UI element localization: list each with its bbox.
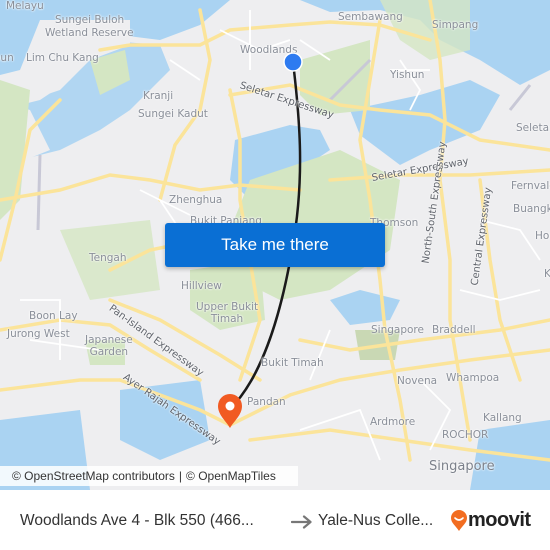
place-label: Novena xyxy=(397,375,438,387)
route-footer: Woodlands Ave 4 - Blk 550 (466... Yale-N… xyxy=(0,490,550,550)
place-label: Boon Lay xyxy=(29,310,78,322)
place-label: Sungei Kadut xyxy=(138,108,208,120)
place-label: Sungei Buloh xyxy=(55,14,125,26)
place-label: Upper Bukit Timah xyxy=(196,301,259,325)
place-label: Tengah xyxy=(89,252,127,264)
place-label: Buangkok xyxy=(513,203,550,215)
place-label: Whampoa xyxy=(446,372,500,384)
place-label: K xyxy=(544,268,550,280)
place-label: Japanese Garden xyxy=(85,334,133,358)
map-pin-icon[interactable] xyxy=(216,393,244,429)
place-label: Simpang xyxy=(432,19,479,31)
destination-name: Yale-Nus Colle... xyxy=(318,512,434,529)
place-label: Braddell xyxy=(432,324,476,336)
place-label: Bukit Timah xyxy=(261,357,324,369)
place-label: Hillview xyxy=(181,280,222,292)
osm-attribution-link[interactable]: © OpenStreetMap contributors xyxy=(12,469,175,483)
place-label: Zhenghua xyxy=(169,194,223,206)
place-label: Pandan xyxy=(247,396,286,408)
openmaptiles-attribution-link[interactable]: © OpenMapTiles xyxy=(186,469,276,483)
place-label: Hougang xyxy=(535,230,550,242)
blue-dot-icon[interactable] xyxy=(283,52,303,72)
take-me-there-button[interactable]: Take me there xyxy=(165,223,385,267)
place-label: Ardmore xyxy=(370,416,416,428)
origin-name: Woodlands Ave 4 - Blk 550 (466... xyxy=(20,512,254,529)
map[interactable]: Sungai Melayu Sungei Buloh Wetland Reser… xyxy=(0,0,550,490)
place-label: Seletar xyxy=(516,122,550,134)
moovit-pin-icon xyxy=(451,509,467,531)
place-label: oun xyxy=(0,52,14,64)
attribution-separator: | xyxy=(178,469,183,483)
place-label: Singapore xyxy=(429,459,495,474)
place-label: Kranji xyxy=(143,90,174,102)
place-label: Yishun xyxy=(390,69,425,81)
place-label: Wetland Reserve xyxy=(45,27,134,39)
place-label: Singapore xyxy=(371,324,424,336)
place-label: Sungai Melayu xyxy=(6,0,44,12)
place-label: Sembawang xyxy=(338,11,403,23)
place-label: Jurong West xyxy=(7,328,70,340)
moovit-wordmark: moovit xyxy=(468,509,531,531)
place-label: ROCHOR xyxy=(442,429,489,441)
place-label: Kallang xyxy=(483,412,522,424)
map-attribution: © OpenStreetMap contributors | © OpenMap… xyxy=(0,466,298,486)
place-label: Lim Chu Kang xyxy=(26,52,99,64)
place-label: Fernvale xyxy=(511,180,550,192)
moovit-logo[interactable]: moovit xyxy=(450,509,531,532)
arrow-right-icon xyxy=(291,515,312,529)
